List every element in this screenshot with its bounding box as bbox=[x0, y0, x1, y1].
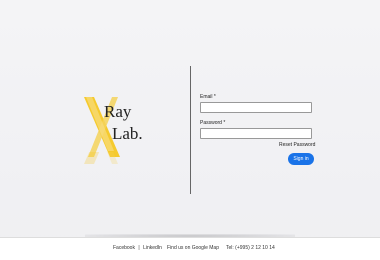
logo-reflection bbox=[80, 152, 160, 166]
logo-text-lab: Lab. bbox=[112, 124, 143, 143]
reset-password-link[interactable]: Reset Password bbox=[279, 142, 315, 148]
linkedin-link[interactable]: LinkedIn bbox=[143, 245, 162, 251]
login-page: Ray Lab. Email * Password * Reset Passwo… bbox=[0, 0, 380, 260]
password-label: Password * bbox=[200, 120, 226, 126]
password-input[interactable] bbox=[200, 128, 312, 139]
footer-separator: | bbox=[138, 245, 140, 251]
email-input[interactable] bbox=[200, 102, 312, 113]
email-field-group: Email * bbox=[200, 94, 312, 113]
login-form: Email * Password * bbox=[200, 94, 312, 146]
google-map-link[interactable]: Find us on Google Map bbox=[167, 245, 219, 251]
vertical-divider bbox=[190, 66, 191, 194]
map-link-wrap: Find us on Google Map bbox=[167, 245, 219, 251]
facebook-link[interactable]: Facebook bbox=[113, 245, 135, 251]
password-field-group: Password * bbox=[200, 120, 312, 139]
email-label: Email * bbox=[200, 94, 216, 100]
social-links: Facebook | LinkedIn bbox=[113, 245, 162, 251]
phone-number: Tel: (+995) 2 12 10 14 bbox=[226, 245, 275, 251]
sign-in-button[interactable]: Sign in bbox=[288, 153, 314, 165]
logo-text-ray: Ray bbox=[104, 102, 132, 121]
